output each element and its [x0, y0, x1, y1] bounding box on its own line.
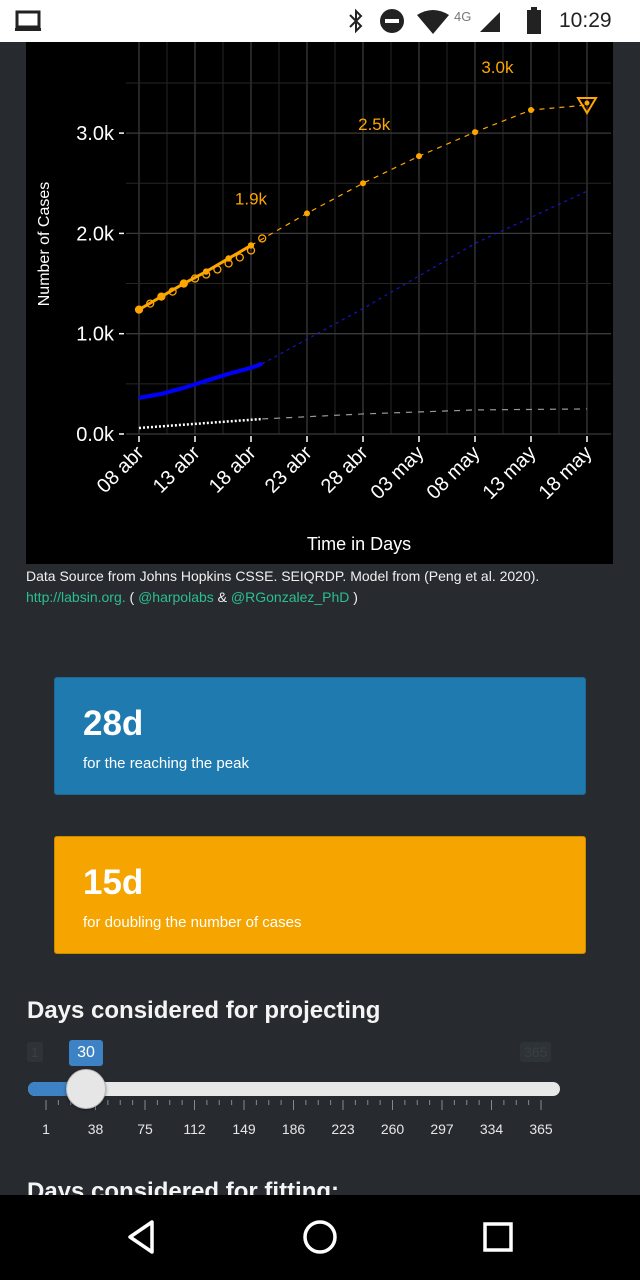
x-tick-label: 03 may	[367, 442, 429, 504]
peak-value-box: 28d for the reaching the peak	[54, 677, 586, 795]
rgonzalez-link[interactable]: @RGonzalez_PhD	[231, 589, 350, 605]
paren-close: )	[349, 589, 358, 605]
x-axis-title: Time in Days	[307, 534, 411, 554]
slider-min-label: 1	[27, 1042, 43, 1062]
x-tick-label: 13 may	[479, 442, 541, 504]
status-bar: 4G 10:29	[0, 0, 640, 42]
peak-value: 28d	[83, 704, 144, 743]
x-tick-label: 28 abr	[317, 442, 373, 498]
x-tick-label: 18 may	[535, 442, 597, 504]
x-tick-label: 18 abr	[205, 442, 261, 498]
slider-track[interactable]	[28, 1082, 560, 1096]
slider-tick-label: 112	[183, 1121, 206, 1137]
confirmed-observed-point	[235, 253, 244, 262]
cases-chart: 0.0k 1.0k 2.0k 3.0k 08 abr 13 abr 18 abr 23 abr…	[26, 42, 613, 564]
confirmed-projection-point	[304, 210, 310, 217]
ampersand: &	[213, 589, 231, 605]
annotation-label: 1.9k	[235, 189, 268, 208]
back-icon[interactable]	[122, 1217, 162, 1257]
deaths-projection-line	[262, 408, 588, 420]
active-projection-line	[261, 190, 588, 365]
chart-caption: Data Source from Johns Hopkins CSSE. SEI…	[26, 566, 616, 608]
annotation-label: 3.0k	[481, 58, 514, 77]
slider-tick-label: 186	[281, 1121, 306, 1137]
data-source-text: Data Source from Johns Hopkins CSSE. SEI…	[26, 568, 540, 584]
labsin-link[interactable]: http://labsin.org.	[26, 589, 126, 605]
confirmed-projection-point	[360, 180, 366, 187]
bluetooth-icon	[349, 8, 363, 34]
slider-tick-label: 260	[380, 1121, 405, 1137]
slider-tick-label: 149	[232, 1121, 256, 1137]
annotation-label: 2.5k	[358, 115, 391, 134]
network-type: 4G	[454, 9, 472, 24]
y-axis-title: Number of Cases	[36, 182, 53, 307]
battery-icon	[527, 7, 541, 34]
home-icon[interactable]	[300, 1217, 340, 1257]
screen-cast-icon	[15, 10, 41, 31]
y-tick-label: 0.0k	[76, 424, 115, 446]
x-tick-label: 23 abr	[261, 442, 317, 498]
slider-tick-label: 223	[331, 1121, 355, 1137]
peak-label: for the reaching the peak	[83, 755, 249, 772]
confirmed-projection-point	[416, 153, 422, 160]
slider-tick-label: 1	[42, 1121, 50, 1137]
slider-tick-label: 75	[137, 1121, 153, 1137]
do-not-disturb-icon	[380, 9, 404, 33]
slider-value-label: 30	[69, 1040, 103, 1066]
doubling-value-box: 15d for doubling the number of cases	[54, 836, 586, 954]
projection-days-title: Days considered for projecting	[27, 997, 381, 1024]
recents-icon[interactable]	[478, 1217, 518, 1257]
doubling-value: 15d	[83, 863, 144, 902]
y-tick-label: 3.0k	[76, 123, 115, 145]
harpolabs-link[interactable]: @harpolabs	[138, 589, 214, 605]
chart-canvas: 0.0k 1.0k 2.0k 3.0k 08 abr 13 abr 18 abr 23 abr…	[36, 42, 611, 554]
x-tick-label: 08 abr	[93, 442, 149, 498]
wifi-icon	[417, 10, 449, 34]
confirmed-projection-point	[472, 129, 478, 136]
y-tick-label: 1.0k	[76, 324, 115, 346]
confirmed-observed-point	[213, 265, 222, 274]
x-tick-label: 13 abr	[149, 442, 205, 498]
credits-line: http://labsin.org. ( @harpolabs & @RGonz…	[26, 587, 616, 608]
peak-marker-dot	[584, 100, 590, 106]
signal-icon	[480, 12, 500, 32]
slider-tick-label: 365	[529, 1121, 553, 1137]
slider-max-label: 365	[520, 1042, 552, 1062]
slider-tick-label: 297	[430, 1121, 454, 1137]
slider-tick-label: 334	[479, 1121, 504, 1137]
slider-handle[interactable]	[66, 1069, 106, 1109]
doubling-label: for doubling the number of cases	[83, 914, 302, 931]
navigation-bar	[0, 1195, 640, 1280]
deaths-fit-line	[138, 417, 263, 430]
active-fit-line	[138, 361, 263, 400]
x-tick-label: 08 may	[423, 442, 485, 504]
clock: 10:29	[559, 9, 612, 32]
confirmed-projection-point	[528, 107, 534, 114]
paren-open: (	[125, 589, 139, 605]
slider-tick-label: 38	[87, 1121, 104, 1137]
y-tick-label: 2.0k	[76, 223, 115, 245]
